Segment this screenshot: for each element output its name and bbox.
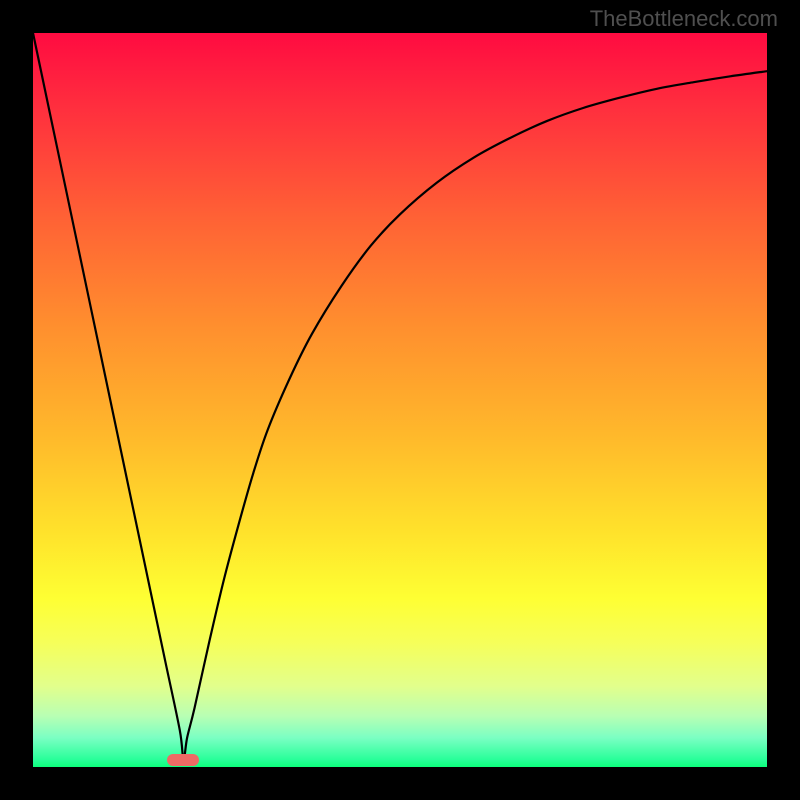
- branding-credit: TheBottleneck.com: [590, 6, 778, 32]
- bottleneck-curve: [33, 33, 767, 767]
- plot-area: [33, 33, 767, 767]
- curve-minimum-marker: [167, 754, 199, 766]
- chart-frame: TheBottleneck.com: [0, 0, 800, 800]
